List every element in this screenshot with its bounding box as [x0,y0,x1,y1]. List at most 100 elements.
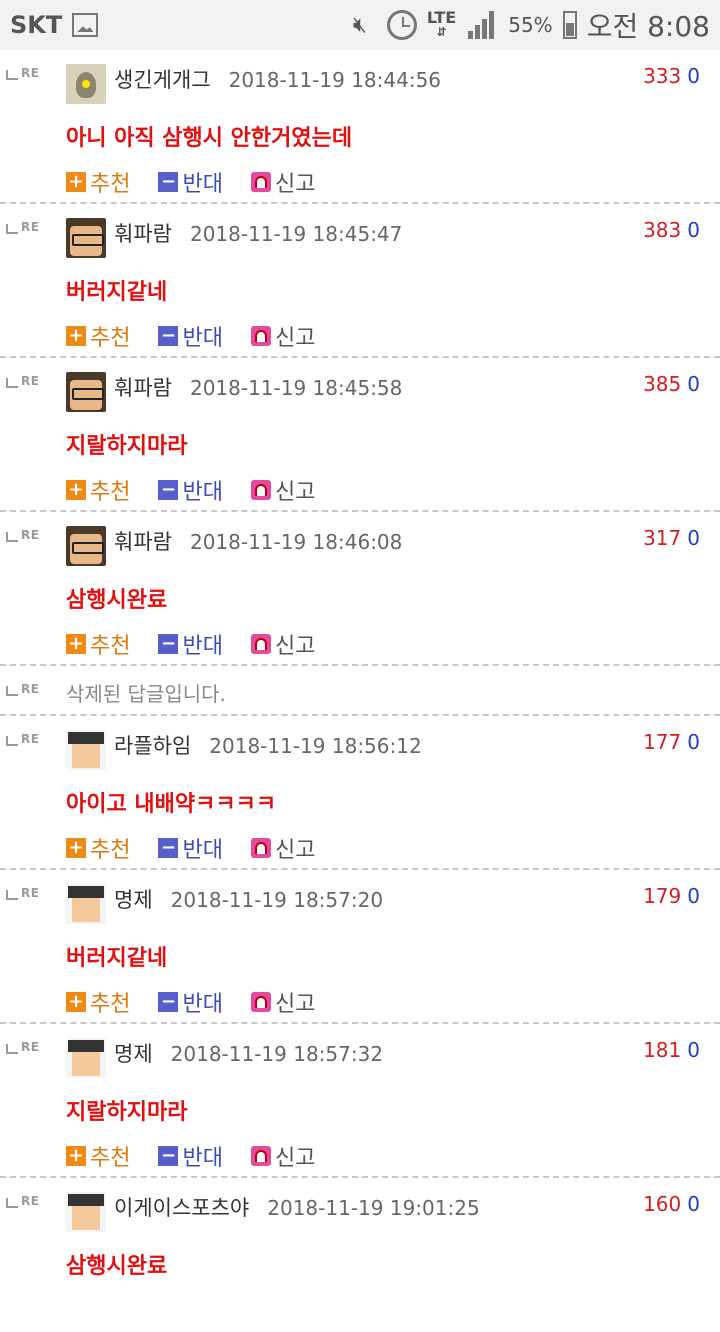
avatar[interactable] [66,884,106,924]
alarm-icon [386,10,417,40]
recommend-button[interactable]: + 추천 [66,986,130,1018]
comment-text: 버러지같네 [66,280,168,305]
report-button[interactable]: 신고 [250,320,315,352]
siren-icon [250,838,271,858]
deleted-message: 삭제된 답글입니다. [66,682,226,706]
recommend-button[interactable]: + 추천 [66,166,130,198]
vote-counts: 160 0 [643,1192,700,1216]
battery-icon [562,11,577,39]
vote-counts: 177 0 [643,730,700,754]
comment-text: 지랄하지마라 [66,1100,188,1125]
minus-icon: − [158,480,179,500]
report-button[interactable]: 신고 [250,986,315,1018]
siren-icon [250,1146,271,1166]
oppose-button[interactable]: − 반대 [158,986,223,1018]
reply-icon: RE [6,682,39,696]
siren-icon [250,172,271,192]
avatar[interactable] [66,1192,106,1232]
report-button[interactable]: 신고 [250,832,315,864]
avatar[interactable] [66,730,106,770]
minus-icon: − [158,838,179,858]
plus-icon: + [66,1146,86,1166]
recommend-button[interactable]: + 추천 [66,320,130,352]
deleted-comment-item: RE 삭제된 답글입니다. [0,666,720,716]
comment-item: RE 이게이스포츠야 2018-11-19 19:01:25 160 0 삼행시완료 [0,1178,720,1332]
reply-icon: RE [6,732,39,746]
avatar[interactable] [66,372,106,412]
recommend-button[interactable]: + 추천 [66,1140,130,1172]
comment-item: RE 명제 2018-11-19 18:57:20 179 0 버러지같네 + 추천 … [0,870,720,1024]
comment-item: RE 훠파람 2018-11-19 18:46:08 317 0 삼행시완료 + 추천… [0,512,720,666]
comment-text: 아니 아직 삼행시 안한거였는데 [66,126,353,151]
plus-icon: + [66,480,86,500]
comment-author[interactable]: 라플하임 2018-11-19 18:56:12 [114,730,422,760]
comment-date: 2018-11-19 18:57:20 [170,888,384,912]
recommend-button[interactable]: + 추천 [66,832,130,864]
comment-item: RE 훠파람 2018-11-19 18:45:58 385 0 지랄하지마라 + 추… [0,358,720,512]
oppose-button[interactable]: − 반대 [158,320,223,352]
vote-counts: 333 0 [643,64,700,88]
minus-icon: − [158,992,179,1012]
comment-author[interactable]: 훠파람 2018-11-19 18:45:58 [114,372,402,402]
lte-icon: LTE ⇵ [426,8,457,40]
oppose-button[interactable]: − 반대 [158,1140,223,1172]
vote-counts: 181 0 [643,1038,700,1062]
avatar[interactable] [66,218,106,258]
plus-icon: + [66,172,86,192]
oppose-count: 0 [687,1038,700,1062]
report-button[interactable]: 신고 [250,1140,315,1172]
comment-item: RE 라플하임 2018-11-19 18:56:12 177 0 아이고 내배약ㅋ… [0,716,720,870]
battery-percent: 55% [508,13,553,37]
comment-date: 2018-11-19 19:01:25 [267,1196,480,1220]
recommend-button[interactable]: + 추천 [66,474,130,506]
gallery-icon [72,13,99,37]
report-button[interactable]: 신고 [250,474,315,506]
reply-icon: RE [6,66,39,80]
comment-author[interactable]: 명제 2018-11-19 18:57:32 [114,1038,383,1068]
avatar[interactable] [66,526,106,566]
comment-author[interactable]: 이게이스포츠야 2018-11-19 19:01:25 [114,1192,480,1222]
status-bar: SKT 🔇︎ LTE ⇵ 55% 오전 8:08 [0,0,720,50]
comment-author[interactable]: 명제 2018-11-19 18:57:20 [114,884,383,914]
report-button[interactable]: 신고 [250,166,315,198]
comment-author[interactable]: 훠파람 2018-11-19 18:46:08 [114,526,402,556]
comment-date: 2018-11-19 18:46:08 [189,530,403,554]
carrier-name: SKT [10,11,63,39]
reply-icon: RE [6,220,39,234]
oppose-button[interactable]: − 반대 [158,628,223,660]
recommend-button[interactable]: + 추천 [66,628,130,660]
comment-author[interactable]: 훠파람 2018-11-19 18:45:47 [114,218,402,248]
recommend-count: 160 [643,1192,682,1216]
comment-item: RE 생긴게개그 2018-11-19 18:44:56 333 0 아니 아직 삼… [0,50,720,204]
avatar[interactable] [66,1038,106,1078]
oppose-count: 0 [687,218,700,242]
comment-text: 삼행시완료 [66,1254,168,1279]
oppose-button[interactable]: − 반대 [158,166,223,198]
report-button[interactable]: 신고 [250,628,315,660]
recommend-count: 177 [643,730,682,754]
comment-author[interactable]: 생긴게개그 2018-11-19 18:44:56 [114,64,441,94]
minus-icon: − [158,1146,179,1166]
vote-counts: 317 0 [643,526,700,550]
signal-icon [466,11,498,39]
siren-icon [250,480,271,500]
recommend-count: 333 [643,64,682,88]
vote-counts: 383 0 [643,218,700,242]
recommend-count: 317 [643,526,682,550]
reply-icon: RE [6,1040,39,1054]
plus-icon: + [66,992,86,1012]
clock: 오전 8:08 [586,10,710,43]
oppose-count: 0 [687,884,700,908]
avatar[interactable] [66,64,106,104]
oppose-button[interactable]: − 반대 [158,832,223,864]
oppose-count: 0 [687,64,700,88]
plus-icon: + [66,634,86,654]
mute-icon: 🔇︎ [352,12,367,38]
plus-icon: + [66,838,86,858]
comment-text: 지랄하지마라 [66,434,188,459]
oppose-button[interactable]: − 반대 [158,474,223,506]
comment-date: 2018-11-19 18:45:58 [189,376,403,400]
comment-item: RE 훠파람 2018-11-19 18:45:47 383 0 버러지같네 + 추천… [0,204,720,358]
comment-text: 버러지같네 [66,946,168,971]
reply-icon: RE [6,528,39,542]
